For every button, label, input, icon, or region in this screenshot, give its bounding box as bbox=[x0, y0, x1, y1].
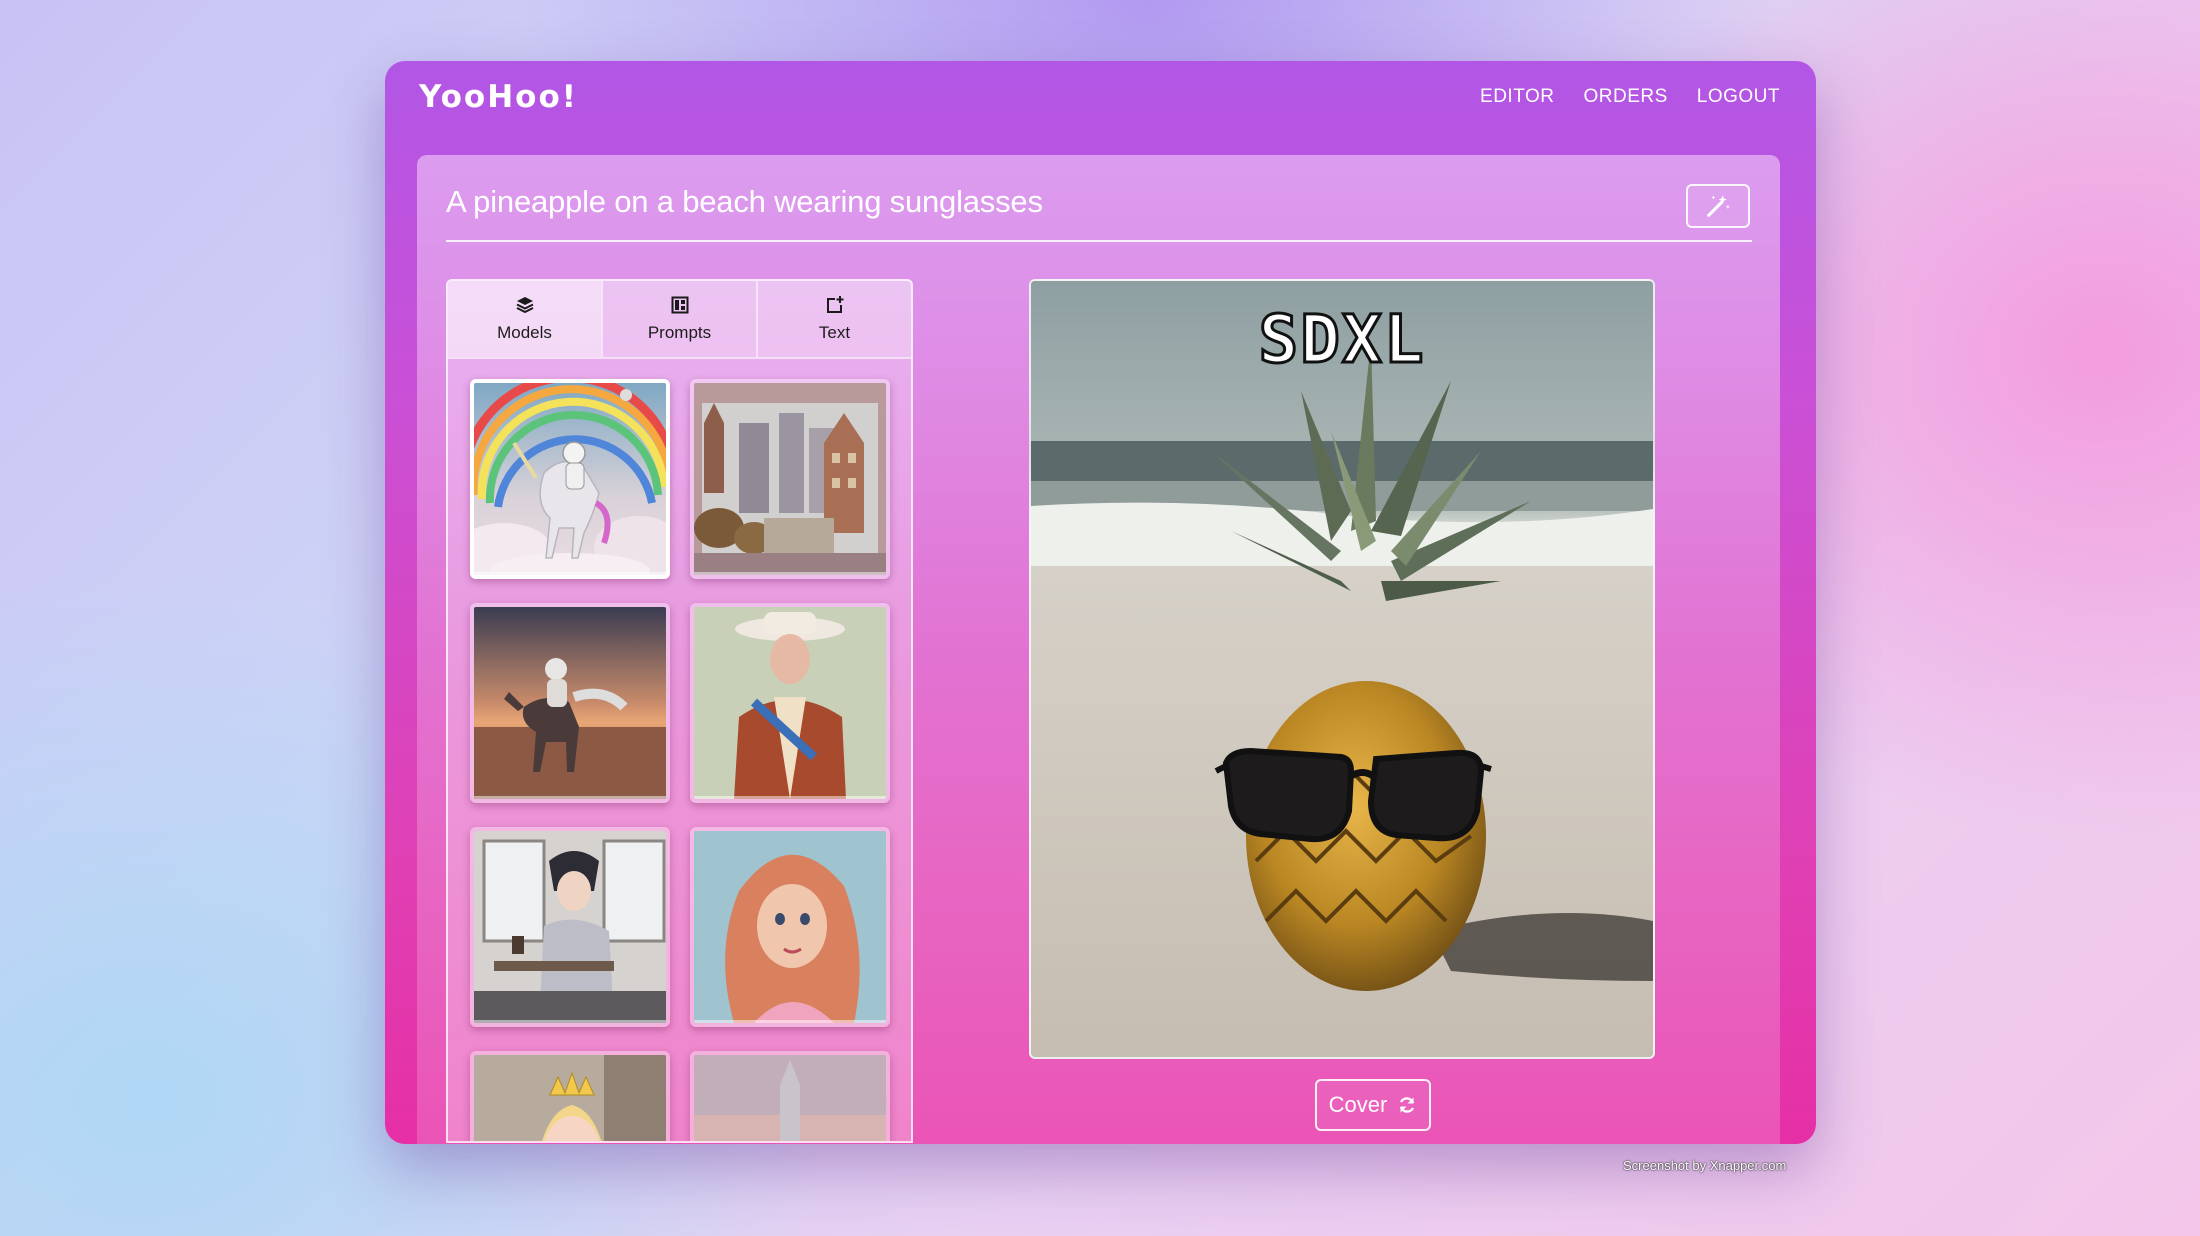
pineapple-image bbox=[1031, 281, 1653, 1057]
nav-orders-link[interactable]: ORDERS bbox=[1583, 86, 1667, 108]
tab-prompts[interactable]: Prompts bbox=[601, 281, 756, 357]
nav-editor-link[interactable]: EDITOR bbox=[1480, 86, 1554, 108]
cover-button[interactable]: Cover bbox=[1315, 1079, 1431, 1131]
tab-text[interactable]: Text bbox=[756, 281, 911, 357]
top-nav: EDITOR ORDERS LOGOUT bbox=[1480, 67, 1780, 127]
editor-panel: A pineapple on a beach wearing sunglasse… bbox=[417, 155, 1780, 1144]
sidebar-tabs: Models Prompts Text bbox=[448, 281, 911, 359]
model-sidebar: Models Prompts Text bbox=[446, 279, 913, 1143]
princess-image bbox=[474, 1055, 666, 1141]
tab-models-label: Models bbox=[497, 323, 552, 342]
model-thumb-unicorn[interactable] bbox=[470, 379, 670, 579]
model-thumb-portrait[interactable] bbox=[690, 603, 890, 803]
text-add-icon bbox=[826, 296, 843, 313]
prompt-input[interactable]: A pineapple on a beach wearing sunglasse… bbox=[446, 184, 1646, 220]
tab-models[interactable]: Models bbox=[448, 281, 601, 357]
model-thumb-anime-cafe[interactable] bbox=[470, 827, 670, 1027]
model-thumb-city[interactable] bbox=[690, 379, 890, 579]
layers-icon bbox=[516, 297, 533, 314]
screenshot-credit: Screenshot by Xnapper.com bbox=[1623, 1158, 1787, 1173]
app-window: YooHoo! EDITOR ORDERS LOGOUT A pineapple… bbox=[385, 61, 1816, 1144]
cover-label: Cover bbox=[1328, 1092, 1388, 1117]
preview-image[interactable]: SDXL bbox=[1029, 279, 1655, 1059]
model-thumb-princess[interactable] bbox=[470, 1051, 670, 1141]
tab-text-label: Text bbox=[818, 323, 851, 342]
generate-button[interactable] bbox=[1686, 184, 1750, 228]
app-logo[interactable]: YooHoo! bbox=[419, 67, 578, 127]
tab-prompts-label: Prompts bbox=[647, 323, 712, 342]
mermaid-image bbox=[694, 831, 886, 1023]
city-image bbox=[694, 383, 886, 575]
overlay-text: SDXL bbox=[1257, 300, 1426, 380]
layout-icon bbox=[671, 296, 688, 314]
prompt-underline bbox=[446, 240, 1752, 242]
magic-wand-icon bbox=[1707, 195, 1731, 217]
astronaut-horse-image bbox=[474, 607, 666, 799]
rocket-image bbox=[694, 1055, 886, 1141]
portrait-image bbox=[694, 607, 886, 799]
model-thumb-rocket[interactable] bbox=[690, 1051, 890, 1141]
model-thumb-astronaut-horse[interactable] bbox=[470, 603, 670, 803]
model-thumb-mermaid[interactable] bbox=[690, 827, 890, 1027]
anime-cafe-image bbox=[474, 831, 666, 1023]
refresh-icon bbox=[1400, 1097, 1415, 1113]
nav-logout-link[interactable]: LOGOUT bbox=[1697, 86, 1780, 108]
unicorn-image bbox=[474, 383, 666, 575]
